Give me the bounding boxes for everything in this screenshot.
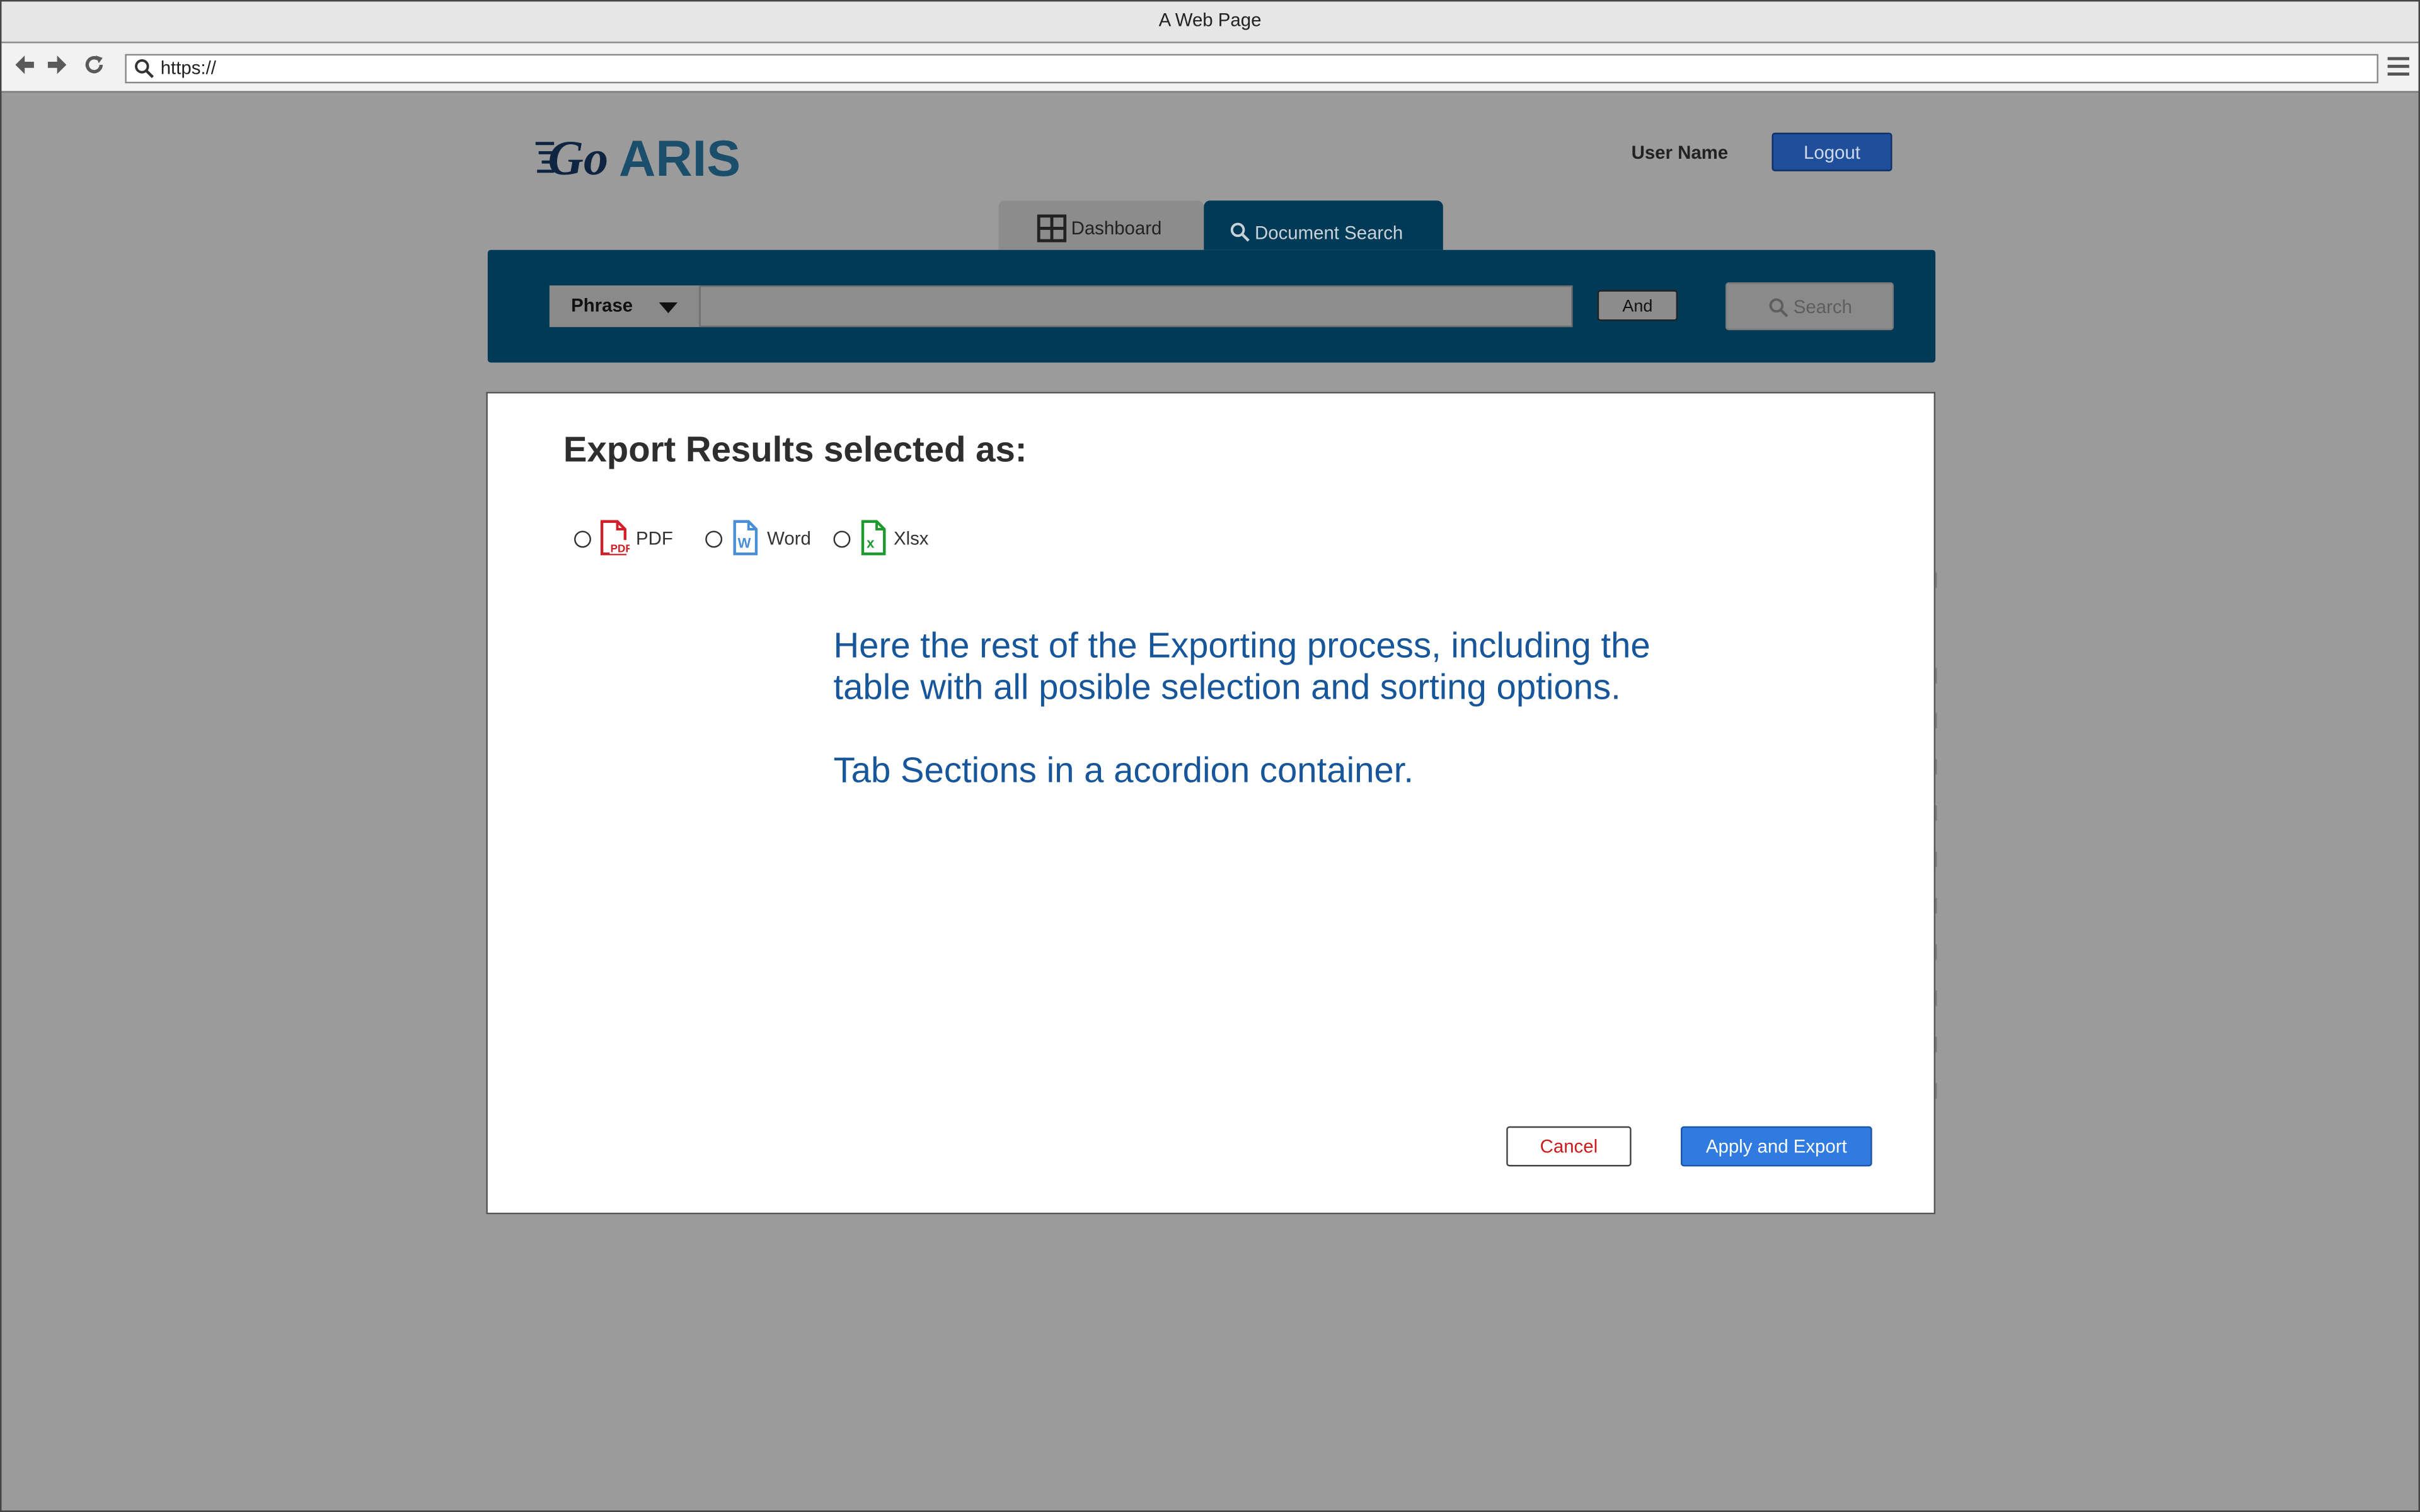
tab-dashboard[interactable]: Dashboard bbox=[998, 200, 1204, 250]
xlsx-label: Xlsx bbox=[893, 527, 929, 549]
screen: A Web Page https:// Go ARIS User Name Lo… bbox=[0, 0, 2420, 1512]
xlsx-radio[interactable] bbox=[833, 530, 851, 548]
address-search-icon bbox=[134, 59, 154, 86]
word-label: Word bbox=[767, 527, 811, 549]
modal-body: Here the rest of the Exporting process, … bbox=[833, 625, 1666, 833]
address-bar[interactable]: https:// bbox=[125, 54, 2378, 84]
svg-text:Go: Go bbox=[548, 130, 608, 185]
back-arrow-icon[interactable] bbox=[14, 54, 35, 82]
search-mode-dropdown[interactable]: Phrase bbox=[549, 285, 700, 328]
excel-file-icon: x bbox=[860, 520, 887, 569]
dashboard-grid-icon bbox=[1037, 214, 1067, 246]
search-input[interactable] bbox=[699, 285, 1573, 328]
word-radio[interactable] bbox=[705, 530, 723, 548]
pdf-radio[interactable] bbox=[574, 530, 591, 548]
modal-title: Export Results selected as: bbox=[563, 428, 1027, 469]
logout-button[interactable]: Logout bbox=[1772, 132, 1893, 171]
and-operator-button[interactable]: And bbox=[1597, 290, 1678, 321]
search-button-label: Search bbox=[1793, 296, 1852, 318]
chevron-down-icon bbox=[659, 302, 678, 314]
browser-toolbar: https:// bbox=[1, 43, 2419, 93]
svg-text:ARIS: ARIS bbox=[619, 130, 740, 186]
cancel-button[interactable]: Cancel bbox=[1506, 1126, 1632, 1167]
svg-text:x: x bbox=[867, 535, 875, 551]
address-text: https:// bbox=[160, 57, 216, 79]
svg-text:W: W bbox=[738, 535, 751, 551]
export-modal: Export Results selected as: PDF PDF W Wo… bbox=[486, 392, 1936, 1215]
svg-text:PDF: PDF bbox=[611, 542, 630, 555]
hamburger-menu-icon[interactable] bbox=[2387, 57, 2409, 81]
goaris-logo: Go ARIS bbox=[533, 125, 764, 187]
search-button[interactable]: Search bbox=[1725, 282, 1894, 331]
modal-body-paragraph: Here the rest of the Exporting process, … bbox=[833, 624, 1651, 707]
pdf-label: PDF bbox=[635, 527, 673, 549]
search-mode-value: Phrase bbox=[571, 294, 633, 317]
word-file-icon: W bbox=[732, 520, 759, 569]
reload-icon[interactable] bbox=[83, 54, 105, 82]
tab-document-search-label: Document Search bbox=[1255, 222, 1403, 244]
tab-document-search[interactable]: Document Search bbox=[1204, 200, 1443, 250]
search-button-icon bbox=[1769, 298, 1789, 323]
tab-dashboard-label: Dashboard bbox=[1071, 217, 1162, 239]
pdf-file-icon: PDF bbox=[599, 520, 632, 569]
apply-and-export-button[interactable]: Apply and Export bbox=[1680, 1126, 1872, 1167]
forward-arrow-icon[interactable] bbox=[46, 54, 67, 82]
modal-body-paragraph: Tab Sections in a acordion container. bbox=[833, 750, 1414, 790]
search-panel: Phrase And Search bbox=[487, 249, 1936, 363]
window-title: A Web Page bbox=[1, 1, 2419, 43]
search-icon bbox=[1230, 222, 1250, 247]
browser-window: A Web Page https:// Go ARIS User Name Lo… bbox=[0, 0, 2420, 1512]
user-name-label: User Name bbox=[1631, 142, 1729, 164]
